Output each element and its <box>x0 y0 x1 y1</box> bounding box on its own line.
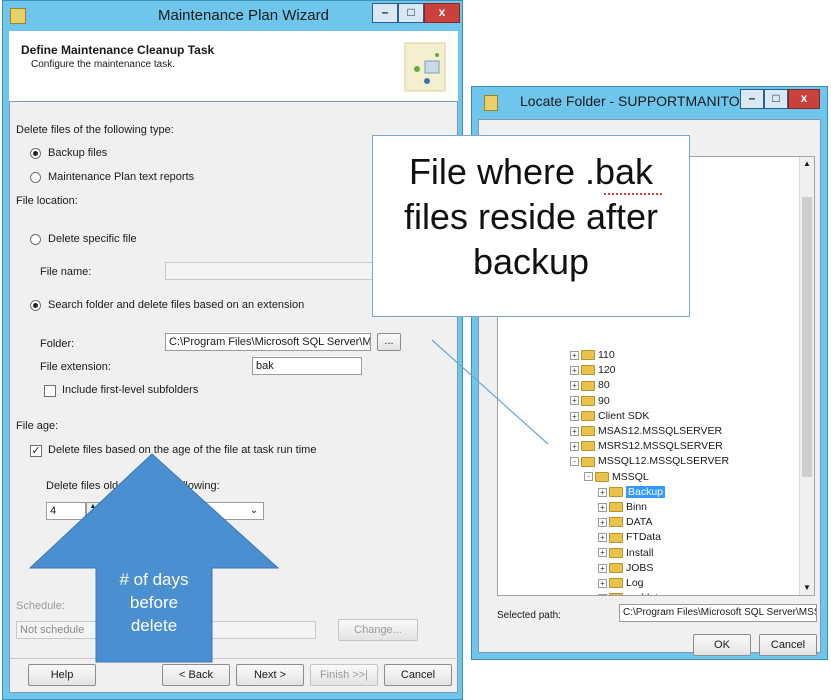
arrow-line-1: # of days <box>119 570 189 589</box>
arrow-line-2: before <box>129 593 179 612</box>
arrow-text: # of days before delete <box>96 568 212 637</box>
callout-line-3: backup <box>472 241 590 282</box>
spellcheck-underline <box>604 190 662 195</box>
arrow-line-3: delete <box>130 616 178 635</box>
callout-line-1: File where .bak <box>408 151 654 192</box>
annotation-callout: File where .bak files reside after backu… <box>372 135 690 317</box>
callout-line-2: files reside after <box>403 196 659 237</box>
